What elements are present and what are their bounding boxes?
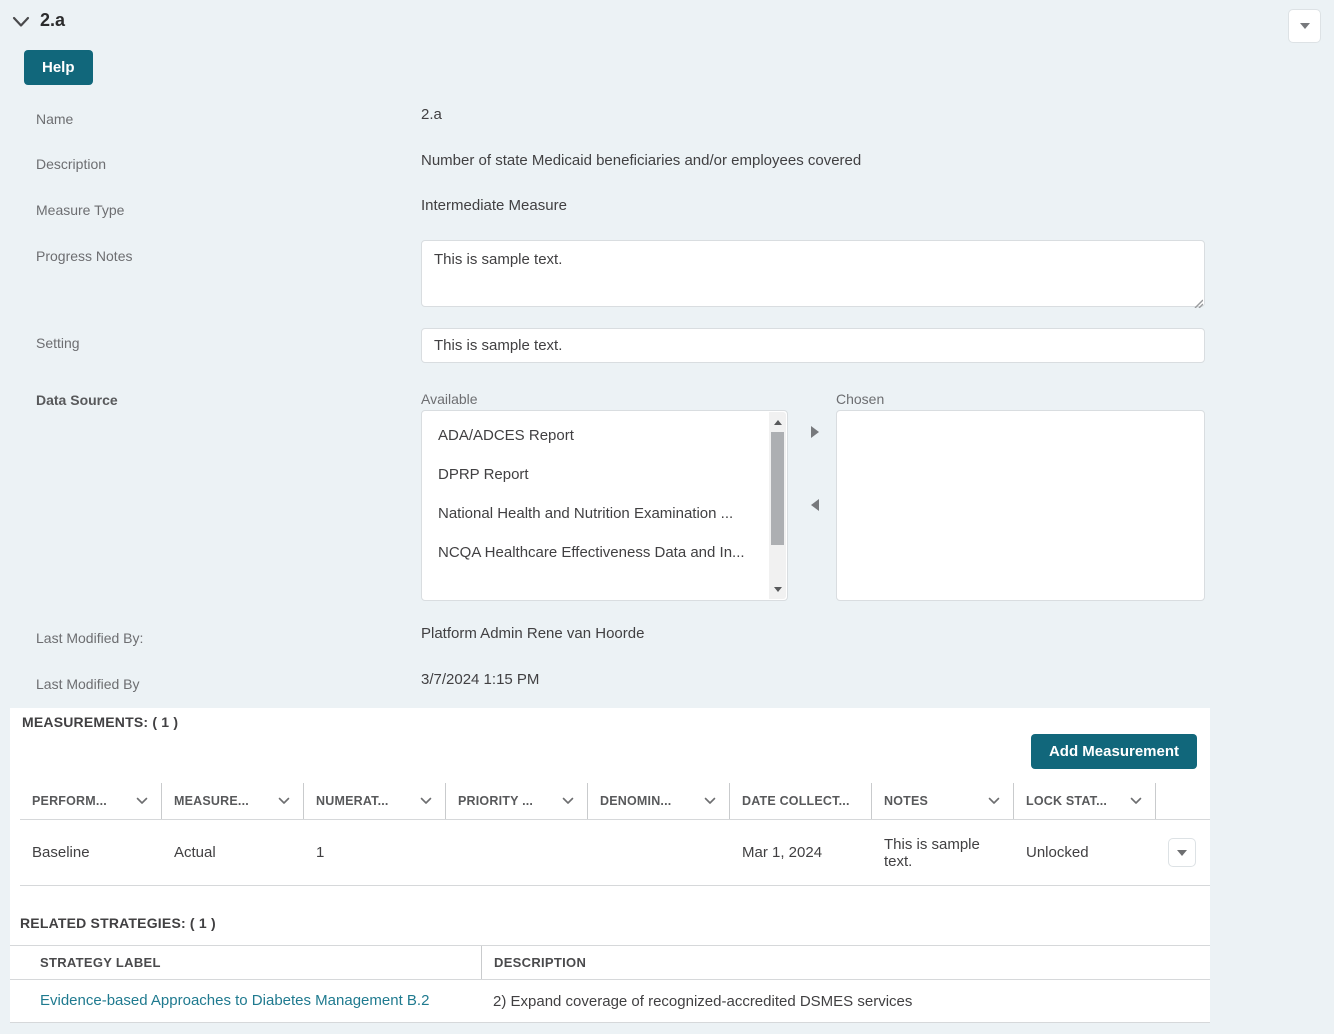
cell-lock-status: Unlocked <box>1026 844 1089 861</box>
chevron-down-icon <box>1299 23 1310 29</box>
cell-measure: Actual <box>174 844 216 861</box>
available-items-list: ADA/ADCES Report DPRP Report National He… <box>422 411 787 572</box>
progress-notes-label: Progress Notes <box>36 248 133 264</box>
last-modified-by-user-value: Platform Admin Rene van Hoorde <box>421 625 645 642</box>
arrow-right-icon <box>811 426 819 438</box>
arrow-left-icon <box>811 499 819 511</box>
page-title: 2.a <box>40 10 66 30</box>
name-label: Name <box>36 111 74 127</box>
cell-notes: This is sample text. <box>884 835 980 870</box>
column-header-date-collected[interactable]: DATE COLLECT... <box>730 783 872 819</box>
cell-numerator: 1 <box>316 844 325 861</box>
sort-chevron-icon <box>420 797 432 804</box>
related-strategies-table-header: STRATEGY LABEL DESCRIPTION <box>10 945 1210 980</box>
scroll-down-icon[interactable] <box>769 581 786 597</box>
chevron-down-icon <box>1177 849 1187 856</box>
column-header-strategy-label: STRATEGY LABEL <box>40 955 161 970</box>
available-list-label: Available <box>421 391 478 407</box>
data-source-chosen-listbox[interactable] <box>836 410 1205 601</box>
measure-detail-page: 2.a Help Name 2.a Description Number of … <box>0 0 1334 1034</box>
setting-input[interactable] <box>421 328 1205 363</box>
list-item[interactable]: DPRP Report <box>422 455 787 494</box>
cell-performance: Baseline <box>32 844 90 861</box>
description-value: Number of state Medicaid beneficiaries a… <box>421 152 862 169</box>
table-row: Baseline Actual 1 Mar 1, 2024 This is sa… <box>20 820 1210 886</box>
measurements-table-header: PERFORM... MEASURE... NUMERAT... PRIORIT… <box>20 783 1210 820</box>
column-header-actions <box>1156 783 1200 819</box>
column-header-performance[interactable]: PERFORM... <box>20 783 162 819</box>
row-actions-dropdown-button[interactable] <box>1168 838 1196 867</box>
chosen-list-label: Chosen <box>836 391 885 407</box>
measurements-section-title: MEASUREMENTS: ( 1 ) <box>22 714 179 730</box>
page-actions-dropdown-button[interactable] <box>1288 9 1321 43</box>
cell-description: 2) Expand coverage of recognized-accredi… <box>493 992 913 1010</box>
add-measurement-button[interactable]: Add Measurement <box>1030 734 1197 769</box>
progress-notes-textarea[interactable]: This is sample text. <box>421 240 1205 307</box>
cell-strategy-label: Evidence-based Approaches to Diabetes Ma… <box>10 992 481 1010</box>
measure-type-value: Intermediate Measure <box>421 197 567 214</box>
move-to-available-button[interactable] <box>805 496 825 514</box>
help-button[interactable]: Help <box>24 50 93 85</box>
list-item[interactable]: ADA/ADCES Report <box>422 416 787 455</box>
list-item[interactable]: National Health and Nutrition Examinatio… <box>422 494 787 533</box>
move-to-chosen-button[interactable] <box>805 423 825 441</box>
related-strategies-section-title: RELATED STRATEGIES: ( 1 ) <box>20 915 216 931</box>
strategy-link[interactable]: Evidence-based Approaches to Diabetes Ma… <box>40 992 429 1009</box>
cell-actions <box>1156 838 1200 867</box>
collapse-chevron-icon[interactable] <box>12 16 30 28</box>
sort-chevron-icon <box>278 797 290 804</box>
measure-type-label: Measure Type <box>36 202 125 218</box>
data-source-label: Data Source <box>36 392 118 408</box>
name-value: 2.a <box>421 106 442 123</box>
data-source-available-listbox[interactable]: ADA/ADCES Report DPRP Report National He… <box>421 410 788 601</box>
measurements-table: PERFORM... MEASURE... NUMERAT... PRIORIT… <box>20 783 1210 886</box>
setting-label: Setting <box>36 335 80 351</box>
column-header-priority[interactable]: PRIORITY ... <box>446 783 588 819</box>
last-modified-by-date-value: 3/7/2024 1:15 PM <box>421 671 540 688</box>
scroll-up-icon[interactable] <box>769 414 786 430</box>
table-row: Evidence-based Approaches to Diabetes Ma… <box>10 980 1210 1023</box>
column-header-notes[interactable]: NOTES <box>872 783 1014 819</box>
column-header-measure[interactable]: MEASURE... <box>162 783 304 819</box>
cell-date-collected: Mar 1, 2024 <box>742 844 823 861</box>
scrollbar-thumb[interactable] <box>771 432 784 545</box>
available-list-scrollbar[interactable] <box>769 412 786 599</box>
list-item[interactable]: NCQA Healthcare Effectiveness Data and I… <box>422 533 787 572</box>
sort-chevron-icon <box>1130 797 1142 804</box>
last-modified-by-user-label: Last Modified By: <box>36 630 144 646</box>
column-header-lock-status[interactable]: LOCK STAT... <box>1014 783 1156 819</box>
related-strategies-table: STRATEGY LABEL DESCRIPTION Evidence-base… <box>10 945 1210 1023</box>
sort-chevron-icon <box>562 797 574 804</box>
column-header-numerator[interactable]: NUMERAT... <box>304 783 446 819</box>
last-modified-by-date-label: Last Modified By <box>36 676 140 692</box>
measurements-panel: MEASUREMENTS: ( 1 ) Add Measurement PERF… <box>10 708 1210 1023</box>
column-header-denominator[interactable]: DENOMIN... <box>588 783 730 819</box>
sort-chevron-icon <box>704 797 716 804</box>
sort-chevron-icon <box>988 797 1000 804</box>
column-header-description: DESCRIPTION <box>481 946 1210 979</box>
description-label: Description <box>36 156 107 172</box>
sort-chevron-icon <box>136 797 148 804</box>
